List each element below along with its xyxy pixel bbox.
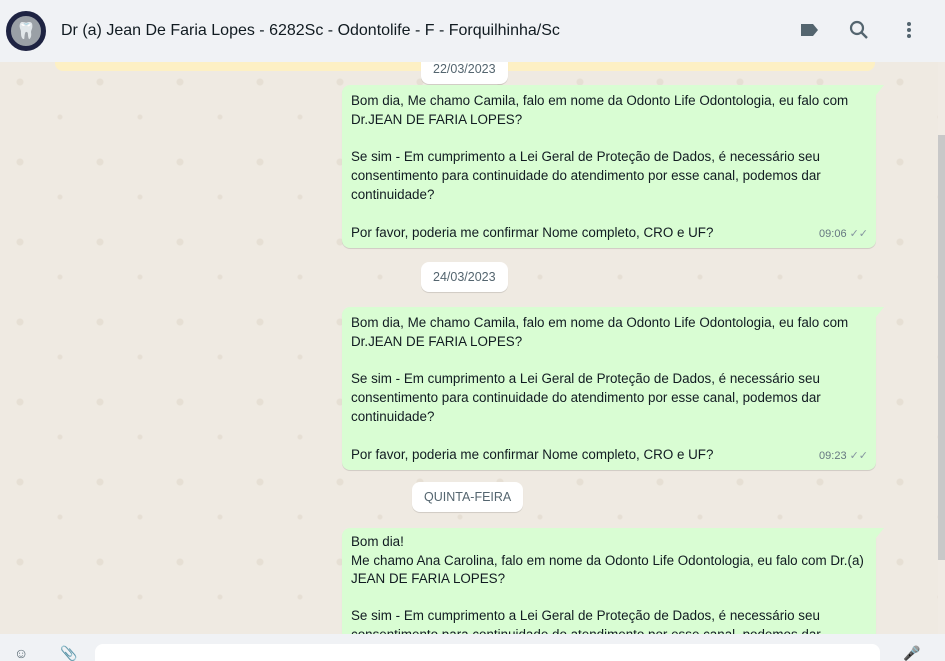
contact-name[interactable]: Dr (a) Jean De Faria Lopes - 6282Sc - Od… (61, 22, 560, 40)
message-list: 22/03/2023 Bom dia, Me chamo Camila, fal… (0, 62, 938, 634)
double-check-icon: ✓✓ (849, 450, 868, 463)
message-input[interactable] (95, 644, 880, 661)
message-bubble[interactable]: Bom dia, Me chamo Camila, falo em nome d… (342, 85, 884, 248)
scrollbar-thumb[interactable] (938, 135, 945, 560)
label-icon[interactable] (797, 18, 821, 42)
message-time: 09:23 (819, 450, 847, 463)
menu-icon[interactable] (897, 18, 921, 42)
message-bubble[interactable]: Bom dia, Me chamo Camila, falo em nome d… (342, 307, 884, 470)
message-text: Bom dia, Me chamo Camila, falo em nome d… (351, 315, 849, 462)
compose-bar: ☺ 📎 🎤 (0, 634, 945, 661)
date-pill: 24/03/2023 (421, 262, 508, 292)
contact-avatar[interactable]: 🦷 (6, 11, 46, 51)
double-check-icon: ✓✓ (849, 228, 868, 241)
message-time: 09:06 (819, 228, 847, 241)
date-pill: QUINTA-FEIRA (412, 482, 524, 512)
date-pill: 22/03/2023 (421, 62, 508, 84)
message-text: Bom dia! Me chamo Ana Carolina, falo em … (351, 534, 864, 634)
mic-icon[interactable]: 🎤 (903, 646, 920, 661)
search-icon[interactable] (847, 18, 871, 42)
emoji-icon[interactable]: ☺ (14, 646, 28, 661)
scrollbar[interactable] (938, 62, 945, 634)
attach-icon[interactable]: 📎 (60, 646, 77, 661)
message-bubble[interactable]: Bom dia! Me chamo Ana Carolina, falo em … (342, 528, 884, 634)
message-text: Bom dia, Me chamo Camila, falo em nome d… (351, 93, 849, 240)
chat-header: 🦷 Dr (a) Jean De Faria Lopes - 6282Sc - … (0, 0, 945, 62)
